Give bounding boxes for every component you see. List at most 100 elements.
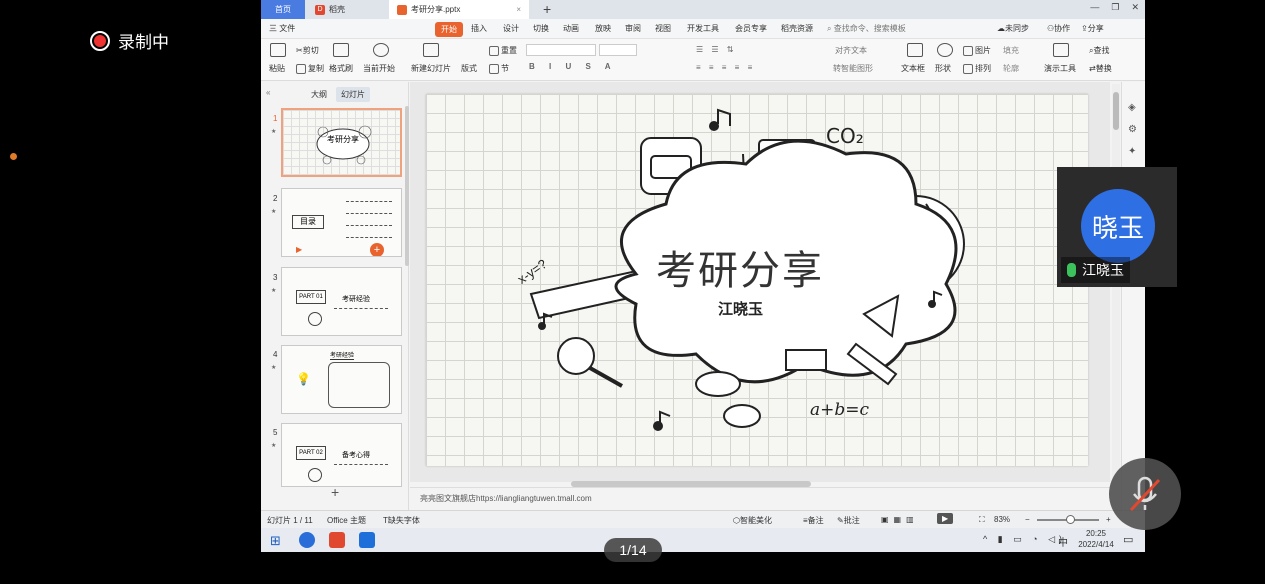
share-button[interactable]: ⇪分享 xyxy=(1081,23,1104,34)
fit-icon[interactable]: ⛶ xyxy=(979,515,985,525)
browser-icon[interactable] xyxy=(299,532,315,548)
paragraph-buttons[interactable]: ☰ ☰ ⇅ xyxy=(696,45,737,54)
participant-video-tile[interactable]: 晓玉 江晓玉 xyxy=(1057,167,1177,287)
align-text-button[interactable]: 对齐文本 xyxy=(835,45,867,56)
cut-label: 剪切 xyxy=(302,46,319,55)
mic-muted-icon xyxy=(1129,476,1161,512)
picture-button[interactable]: 图片 xyxy=(963,45,991,56)
zoom-level[interactable]: 83% xyxy=(994,515,1010,524)
convert-smartart-button[interactable]: 转智能图形 xyxy=(833,63,873,74)
menu-start[interactable]: 开始 xyxy=(435,22,463,37)
smart-beautify-button[interactable]: ⬡智能美化 xyxy=(733,515,772,526)
tab-slides[interactable]: 幻灯片 xyxy=(336,87,370,102)
play-slideshow-button[interactable]: ▶ xyxy=(937,513,954,524)
sync-status[interactable]: ☁未同步 xyxy=(997,23,1029,34)
layout-button[interactable]: 版式 xyxy=(461,63,477,74)
menu-transition[interactable]: 切换 xyxy=(533,23,549,34)
settings-icon[interactable]: ⚙ xyxy=(1128,124,1137,135)
find-button[interactable]: ⌕查找 xyxy=(1089,45,1109,56)
style-icon[interactable]: ◈ xyxy=(1128,102,1136,113)
minimize-icon[interactable]: — xyxy=(1090,2,1099,13)
windows-start-icon[interactable]: ⊞ xyxy=(270,533,281,549)
comments-button[interactable]: ✎批注 xyxy=(837,515,860,526)
font-size-select[interactable] xyxy=(599,44,637,56)
tab-pptx-file[interactable]: 考研分享.pptx × xyxy=(389,0,529,19)
collab-label: 协作 xyxy=(1054,24,1071,33)
menu-developer[interactable]: 开发工具 xyxy=(687,23,719,34)
clock-date[interactable]: 2022/4/14 xyxy=(1071,540,1121,549)
fill-button[interactable]: 填充 xyxy=(1003,45,1019,56)
play-from-current-button[interactable]: 当前开始 xyxy=(363,63,395,74)
notes-pane[interactable]: 亮亮图文旗舰店https://liangliangtuwen.tmall.com xyxy=(410,487,1110,510)
theme-name[interactable]: Office 主题 xyxy=(327,515,366,526)
ime-indicator[interactable]: 中 xyxy=(1058,534,1068,549)
menu-view[interactable]: 视图 xyxy=(655,23,671,34)
slide-thumbnail-1[interactable]: 考研分享 xyxy=(281,108,402,177)
slide-thumbnail-5[interactable]: PART 02 备考心得 xyxy=(281,423,402,487)
add-slide-icon[interactable]: + xyxy=(370,243,384,256)
missing-fonts-button[interactable]: T缺失字体 xyxy=(383,515,420,526)
menu-docer-resources[interactable]: 稻壳资源 xyxy=(781,23,813,34)
panel-scrollbar[interactable] xyxy=(405,106,409,266)
align-buttons[interactable]: ≡ ≡ ≡ ≡ ≡ xyxy=(696,63,755,72)
maximize-icon[interactable]: ❐ xyxy=(1111,2,1119,13)
magic-icon[interactable]: ✦ xyxy=(1128,146,1136,157)
share-label: 分享 xyxy=(1087,24,1104,33)
picture-label: 图片 xyxy=(975,46,991,55)
format-painter-button[interactable]: 格式刷 xyxy=(329,63,353,74)
new-tab-button[interactable]: + xyxy=(543,1,551,17)
tab-outline[interactable]: 大纲 xyxy=(311,89,327,100)
mute-microphone-button[interactable] xyxy=(1109,458,1181,530)
textbox-button[interactable]: 文本框 xyxy=(901,63,925,74)
slide-author[interactable]: 江晓玉 xyxy=(718,298,763,319)
tab-docer[interactable]: D 稻壳 xyxy=(307,0,389,19)
notification-icon[interactable]: ▭ xyxy=(1123,533,1133,546)
sync-label: 未同步 xyxy=(1005,24,1029,33)
wps-app-icon[interactable] xyxy=(329,532,345,548)
command-search[interactable]: ⌕ 查找命令、搜索模板 xyxy=(827,23,906,34)
tab-home[interactable]: 首页 xyxy=(261,0,305,19)
zoom-out-button[interactable]: − xyxy=(1025,515,1030,524)
font-family-select[interactable] xyxy=(526,44,596,56)
new-slide-button[interactable]: 新建幻灯片 xyxy=(411,63,451,74)
close-icon[interactable]: ✕ xyxy=(1131,2,1139,13)
menu-slideshow[interactable]: 放映 xyxy=(595,23,611,34)
current-slide[interactable]: CO₂ a+b=c x-y=? 考研分享 江晓玉 xyxy=(426,94,1088,466)
menu-bar: 三 文件 开始 插入 设计 切换 动画 放映 审阅 视图 开发工具 会员专享 稻… xyxy=(261,19,1145,39)
menu-file[interactable]: 三 文件 xyxy=(269,23,295,34)
menu-review[interactable]: 审阅 xyxy=(625,23,641,34)
section-button[interactable]: 节 xyxy=(489,63,509,74)
slide-thumbnail-4[interactable]: 考研经验 💡 xyxy=(281,345,402,414)
slide-thumbnail-2[interactable]: 目录 ▶ + xyxy=(281,188,402,257)
animation-star-icon: ★ xyxy=(271,443,277,449)
paste-button[interactable]: 粘贴 xyxy=(269,63,285,74)
close-tab-icon[interactable]: × xyxy=(516,5,521,14)
slide-thumbnail-3[interactable]: PART 01 考研经验 xyxy=(281,267,402,336)
font-style-buttons[interactable]: B I U S A xyxy=(529,62,616,71)
copy-label: 复制 xyxy=(308,64,324,73)
tray-icons[interactable]: ^ ▮ ▭ ◔ ◁) xyxy=(983,534,1066,545)
meeting-app-icon[interactable] xyxy=(359,532,375,548)
outline-button[interactable]: 轮廓 xyxy=(1003,63,1019,74)
replace-button[interactable]: ⇄替换 xyxy=(1089,63,1112,74)
cut-button[interactable]: ✂剪切 xyxy=(296,45,319,56)
notes-toggle-button[interactable]: ≡备注 xyxy=(803,515,824,526)
collapse-panel-icon[interactable]: « xyxy=(266,88,270,97)
menu-insert[interactable]: 插入 xyxy=(471,23,487,34)
arrange-button[interactable]: 排列 xyxy=(963,63,991,74)
menu-animation[interactable]: 动画 xyxy=(563,23,579,34)
slide-title[interactable]: 考研分享 xyxy=(656,238,824,296)
present-tools-button[interactable]: 演示工具 xyxy=(1044,63,1076,74)
collab-button[interactable]: ⚇协作 xyxy=(1047,23,1070,34)
reset-button[interactable]: 重置 xyxy=(489,45,517,56)
shape-button[interactable]: 形状 xyxy=(935,63,951,74)
menu-design[interactable]: 设计 xyxy=(503,23,519,34)
menu-member[interactable]: 会员专享 xyxy=(735,23,767,34)
clock-time[interactable]: 20:25 xyxy=(1079,529,1113,538)
add-slide-button[interactable]: + xyxy=(331,484,339,500)
zoom-slider-handle[interactable] xyxy=(1066,515,1075,524)
view-mode-buttons[interactable]: ▣▦▥ xyxy=(881,515,919,524)
play-icon[interactable]: ▶ xyxy=(296,245,302,254)
scissors-icon: ✂ xyxy=(296,46,303,55)
copy-button[interactable]: 复制 xyxy=(296,63,324,74)
